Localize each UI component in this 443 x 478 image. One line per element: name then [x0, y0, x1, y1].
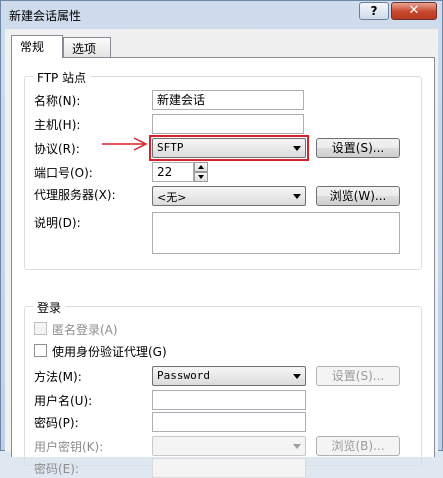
method-select[interactable]: Password — [152, 366, 306, 386]
name-label: 名称(N): — [34, 94, 81, 108]
username-input[interactable] — [152, 390, 306, 410]
user-key-select[interactable] — [152, 436, 306, 456]
anonymous-login-checkbox[interactable] — [34, 322, 47, 335]
port-input[interactable]: 22 — [152, 162, 194, 182]
tab-options[interactable]: 选项 — [63, 37, 111, 57]
port-spinner[interactable] — [194, 162, 208, 182]
name-input[interactable]: 新建会话 — [152, 90, 304, 110]
spin-down-icon[interactable] — [194, 172, 208, 182]
proxy-label: 代理服务器(X): — [34, 188, 116, 202]
proxy-select-value: <无> — [157, 191, 187, 204]
login-group-title: 登录 — [33, 299, 66, 316]
close-button[interactable]: ✕ — [391, 2, 437, 20]
host-input[interactable] — [152, 114, 304, 134]
password-label: 密码(P): — [34, 416, 79, 430]
dialog-client: 常规 选项 FTP 站点 名称(N): 新建会话 主机(H): 协议(R): S… — [5, 29, 438, 478]
method-select-value: Password — [157, 369, 210, 382]
description-label: 说明(D): — [34, 216, 81, 230]
auth-agent-label: 使用身份验证代理(G) — [52, 345, 167, 359]
password-input[interactable] — [152, 412, 306, 432]
description-textarea[interactable] — [152, 212, 400, 254]
window-title: 新建会话属性 — [9, 9, 82, 23]
host-label: 主机(H): — [34, 118, 81, 132]
passphrase-input[interactable] — [152, 458, 306, 478]
chevron-down-icon — [293, 194, 301, 199]
method-settings-button[interactable]: 设置(S)... — [316, 366, 400, 386]
port-label: 端口号(O): — [34, 166, 93, 180]
user-key-browse-button[interactable]: 浏览(B)... — [316, 436, 400, 456]
protocol-select[interactable]: SFTP — [152, 138, 306, 158]
username-label: 用户名(U): — [34, 394, 93, 408]
chevron-down-icon — [293, 374, 301, 379]
chevron-down-icon — [293, 146, 301, 151]
protocol-settings-button[interactable]: 设置(S)... — [316, 138, 400, 158]
spin-up-icon[interactable] — [194, 162, 208, 172]
help-button[interactable]: ? — [359, 2, 389, 20]
proxy-browse-button[interactable]: 浏览(W)... — [316, 186, 400, 206]
anonymous-login-label: 匿名登录(A) — [52, 323, 118, 337]
passphrase-label: 密码(E): — [34, 462, 79, 476]
ftp-site-group-title: FTP 站点 — [33, 69, 91, 86]
tab-general[interactable]: 常规 — [11, 35, 63, 58]
user-key-label: 用户密钥(K): — [34, 440, 104, 454]
tab-panel-general: FTP 站点 名称(N): 新建会话 主机(H): 协议(R): SFTP 设置… — [11, 57, 435, 478]
dialog-window: 新建会话属性 ? ✕ 常规 选项 FTP 站点 名称(N): 新建会话 主机(H… — [0, 0, 443, 478]
title-bar[interactable]: 新建会话属性 ? ✕ — [1, 1, 442, 29]
auth-agent-checkbox[interactable] — [34, 344, 47, 357]
chevron-down-icon — [293, 444, 301, 449]
proxy-select[interactable]: <无> — [152, 186, 306, 206]
protocol-label: 协议(R): — [34, 142, 80, 156]
protocol-select-value: SFTP — [157, 141, 184, 154]
method-label: 方法(M): — [34, 370, 82, 384]
red-arrow-icon — [102, 137, 148, 151]
